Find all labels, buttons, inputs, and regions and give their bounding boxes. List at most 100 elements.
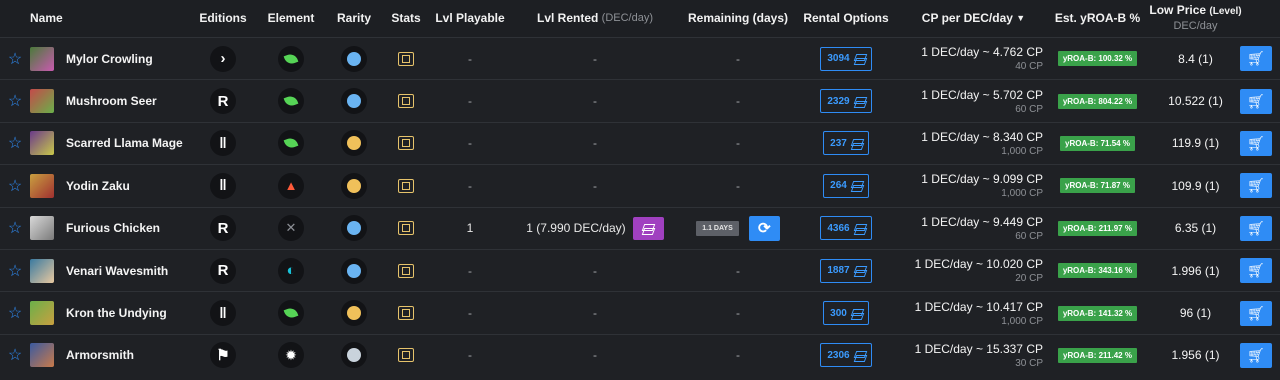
add-to-cart-button[interactable]: 🛒︎ <box>1240 300 1272 326</box>
renew-button[interactable]: ⟳ <box>748 215 780 241</box>
remaining-cell: - <box>680 123 796 164</box>
rental-options-button[interactable]: 1887 <box>820 258 872 283</box>
layers-icon <box>855 54 865 63</box>
header-rarity[interactable]: Rarity <box>326 0 382 37</box>
rental-options-button[interactable]: 4366 <box>820 216 872 241</box>
favorite-star-icon[interactable]: ☆ <box>0 335 30 376</box>
table-row[interactable]: ☆ Yodin Zaku ‖ ▲ - - - 264 1 DEC/day ~ 9… <box>0 164 1280 206</box>
remaining-cell: - <box>680 80 796 121</box>
favorite-star-icon[interactable]: ☆ <box>0 123 30 164</box>
add-to-cart-button[interactable]: 🛒︎ <box>1240 215 1272 241</box>
rental-options-cell: 237 <box>796 123 896 164</box>
card-name-cell[interactable]: Scarred Llama Mage <box>30 123 190 164</box>
edition-cell: R <box>190 208 256 249</box>
sun-icon: ✹ <box>278 342 304 369</box>
table-row[interactable]: ☆ Scarred Llama Mage ‖ - - - 237 1 DEC/d… <box>0 121 1280 164</box>
header-stats[interactable]: Stats <box>382 0 430 37</box>
rented-stack-button[interactable] <box>632 216 664 240</box>
yroa-cell: yROA-B: 804.22 % <box>1051 80 1144 121</box>
lvl-rented: - <box>593 178 597 193</box>
rental-options-button[interactable]: 300 <box>823 301 869 326</box>
favorite-star-icon[interactable]: ☆ <box>0 250 30 291</box>
cart-icon: 🛒︎ <box>1247 92 1265 109</box>
stats-icon[interactable] <box>382 165 430 206</box>
rental-options-button[interactable]: 2329 <box>820 89 872 114</box>
card-name-cell[interactable]: Yodin Zaku <box>30 165 190 206</box>
rental-options-button[interactable]: 264 <box>823 173 869 198</box>
rarity-dot-icon <box>347 94 361 109</box>
lvl-playable: - <box>468 94 472 109</box>
remaining-days: - <box>736 136 740 151</box>
table-row[interactable]: ☆ Armorsmith ⚑ ✹ - - - 2306 1 DEC/day ~ … <box>0 333 1280 376</box>
table-row[interactable]: ☆ Venari Wavesmith R ◐ - - - 1887 1 DEC/… <box>0 248 1280 291</box>
lvl-rented-cell: 1 (7.990 DEC/day) <box>510 208 680 249</box>
add-to-cart-button[interactable]: 🛒︎ <box>1240 342 1272 368</box>
rental-count: 3094 <box>827 53 850 65</box>
header-name[interactable]: Name <box>30 0 190 37</box>
yroa-badge: yROA-B: 211.42 % <box>1058 347 1137 363</box>
cp-per-dec-cell: 1 DEC/day ~ 10.417 CP 1,000 CP <box>896 292 1051 333</box>
remaining-days-badge: 1.1 DAYS <box>696 220 739 236</box>
yroa-badge: yROA-B: 141.32 % <box>1057 305 1138 321</box>
add-to-cart-button[interactable]: 🛒︎ <box>1240 130 1272 156</box>
add-to-cart-button[interactable]: 🛒︎ <box>1240 46 1272 72</box>
cart-cell: 🛒︎ <box>1240 208 1280 249</box>
stats-icon[interactable] <box>382 123 430 164</box>
stats-icon[interactable] <box>382 292 430 333</box>
rarity-dot-icon <box>347 221 361 236</box>
header-lvl-playable[interactable]: Lvl Playable <box>430 0 510 37</box>
rental-options-button[interactable]: 3094 <box>820 46 872 71</box>
card-name-cell[interactable]: Mushroom Seer <box>30 80 190 121</box>
table-row[interactable]: ☆ Mushroom Seer R - - - 2329 1 DEC/day ~… <box>0 79 1280 121</box>
element-cell: ✹ <box>256 335 326 376</box>
rental-options-cell: 2329 <box>796 80 896 121</box>
favorite-star-icon[interactable]: ☆ <box>0 208 30 249</box>
card-name-cell[interactable]: Kron the Undying <box>30 292 190 333</box>
table-row[interactable]: ☆ Kron the Undying ‖ - - - 300 1 DEC/day… <box>0 291 1280 333</box>
rarity-cell <box>326 165 382 206</box>
card-thumbnail <box>30 46 54 71</box>
favorite-star-icon[interactable]: ☆ <box>0 38 30 79</box>
yroa-badge: yROA-B: 71.54 % <box>1060 135 1135 151</box>
rental-count: 2329 <box>827 95 850 107</box>
header-cp-per-dec[interactable]: CP per DEC/day ▼ <box>896 0 1051 37</box>
add-to-cart-button[interactable]: 🛒︎ <box>1240 173 1272 199</box>
rental-options-button[interactable]: 237 <box>823 131 869 156</box>
favorite-star-icon[interactable]: ☆ <box>0 80 30 121</box>
table-row[interactable]: ☆ Mylor Crowling › - - - 3094 1 DEC/day … <box>0 37 1280 79</box>
card-name-cell[interactable]: Mylor Crowling <box>30 38 190 79</box>
header-low-price[interactable]: Low Price (Level) DEC/day <box>1144 0 1247 37</box>
cart-cell: 🛒︎ <box>1240 165 1280 206</box>
header-lvl-rented[interactable]: Lvl Rented (DEC/day) <box>510 0 680 37</box>
yroa-badge: yROA-B: 71.87 % <box>1060 178 1135 194</box>
card-name-cell[interactable]: Armorsmith <box>30 335 190 376</box>
rental-options-button[interactable]: 2306 <box>820 343 872 368</box>
cart-icon: 🛒︎ <box>1247 304 1265 321</box>
card-name-cell[interactable]: Venari Wavesmith <box>30 250 190 291</box>
header-yroa[interactable]: Est. yROA-B % <box>1051 0 1144 37</box>
stats-icon[interactable] <box>382 38 430 79</box>
stats-icon[interactable] <box>382 335 430 376</box>
stats-icon[interactable] <box>382 80 430 121</box>
cp-ratio: 1 DEC/day ~ 10.417 CP <box>914 299 1043 314</box>
add-to-cart-button[interactable]: 🛒︎ <box>1240 258 1272 284</box>
table-row[interactable]: ☆ Furious Chicken R ✕ 1 1 (7.990 DEC/day… <box>0 206 1280 249</box>
header-editions[interactable]: Editions <box>190 0 256 37</box>
stats-icon[interactable] <box>382 250 430 291</box>
cp-total: 1,000 CP <box>1001 188 1043 200</box>
stats-icon[interactable] <box>382 208 430 249</box>
lvl-rented: - <box>593 94 597 109</box>
favorite-star-icon[interactable]: ☆ <box>0 292 30 333</box>
add-to-cart-button[interactable]: 🛒︎ <box>1240 88 1272 114</box>
yroa-cell: yROA-B: 211.42 % <box>1051 335 1144 376</box>
header-rental-options[interactable]: Rental Options <box>796 0 896 37</box>
card-name-cell[interactable]: Furious Chicken <box>30 208 190 249</box>
header-remaining[interactable]: Remaining (days) <box>680 0 796 37</box>
favorite-star-icon[interactable]: ☆ <box>0 165 30 206</box>
header-fav <box>0 0 30 37</box>
layers-icon <box>855 351 865 360</box>
header-element[interactable]: Element <box>256 0 326 37</box>
lvl-rented-cell: - <box>510 250 680 291</box>
cart-icon: 🛒︎ <box>1247 177 1265 194</box>
lvl-rented: - <box>593 306 597 321</box>
